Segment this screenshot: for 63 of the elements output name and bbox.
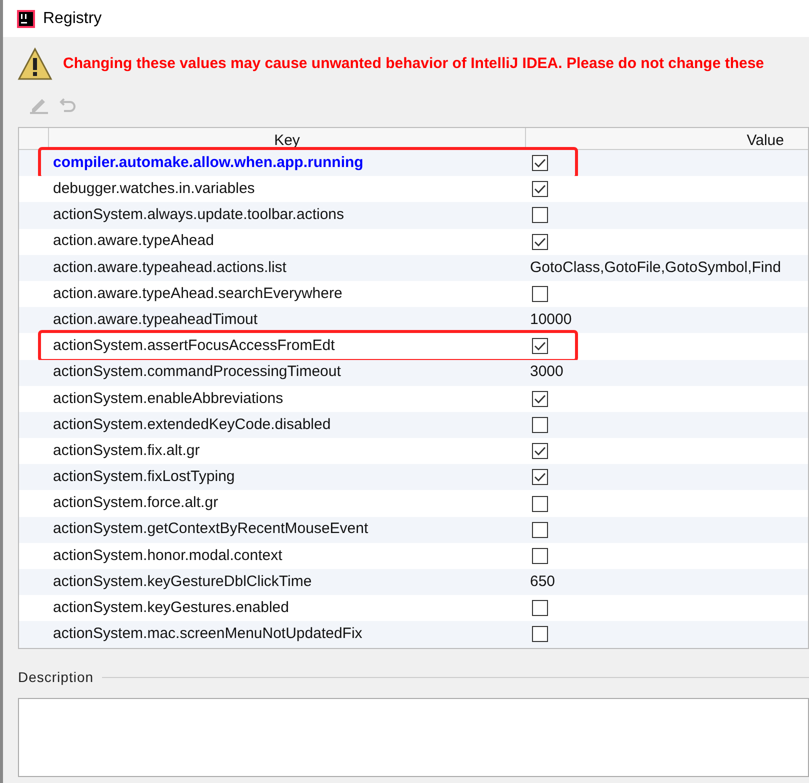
table-row[interactable]: actionSystem.getContextByRecentMouseEvent <box>19 516 808 543</box>
registry-key: actionSystem.force.alt.gr <box>50 492 527 515</box>
checkbox[interactable] <box>532 548 548 564</box>
checkbox[interactable] <box>532 626 548 642</box>
warning-message: Changing these values may cause unwanted behavior of IntelliJ IDEA. Please do not change these <box>63 54 764 74</box>
registry-key: action.aware.typeahead.actions.list <box>50 256 527 280</box>
registry-key: actionSystem.mac.screenMenuNotUpdatedFix <box>50 623 527 646</box>
registry-key: actionSystem.honor.modal.context <box>50 544 527 568</box>
checkbox[interactable] <box>532 522 548 538</box>
registry-key: actionSystem.commandProcessingTimeout <box>50 361 527 384</box>
table-row[interactable]: actionSystem.fixLostTyping <box>19 464 808 490</box>
checkbox[interactable] <box>532 390 548 407</box>
table-row[interactable]: actionSystem.always.update.toolbar.actions <box>19 202 808 229</box>
registry-key: actionSystem.keyGestureDblClickTime <box>50 570 527 594</box>
check-icon <box>534 341 546 352</box>
checkbox[interactable] <box>532 600 548 616</box>
registry-key: actionSystem.enableAbbreviations <box>50 388 527 410</box>
checkbox[interactable] <box>532 155 548 172</box>
window-title: Registry <box>43 8 102 28</box>
registry-key: actionSystem.keyGestures.enabled <box>50 597 527 620</box>
table-row[interactable]: action.aware.typeaheadTimout 10000 <box>19 307 808 334</box>
registry-key: actionSystem.fix.alt.gr <box>50 440 527 462</box>
registry-value: 10000 <box>530 310 572 330</box>
check-icon <box>534 158 546 168</box>
column-header[interactable]: Key <box>49 128 526 149</box>
registry-key: actionSystem.extendedKeyCode.disabled <box>50 414 527 436</box>
check-icon <box>534 394 546 404</box>
app-logo-icon <box>17 10 35 28</box>
checkbox[interactable] <box>532 496 548 512</box>
registry-key: compiler.automake.allow.when.app.running <box>50 152 527 174</box>
registry-key: actionSystem.fixLostTyping <box>50 466 527 489</box>
table-row[interactable]: actionSystem.commandProcessingTimeout 3000 <box>19 360 808 386</box>
check-icon <box>534 472 546 482</box>
check-icon <box>534 446 546 456</box>
checkbox[interactable] <box>532 234 548 250</box>
registry-key: actionSystem.always.update.toolbar.actions <box>50 204 527 227</box>
description-label: Description <box>18 668 94 687</box>
table-row[interactable]: debugger.watches.in.variables <box>19 176 808 202</box>
registry-key: actionSystem.getContextByRecentMouseEvent <box>50 518 527 541</box>
table-row[interactable]: action.aware.typeahead.actions.list GotoClass,GotoFile,GotoSymbol,Find <box>19 254 808 281</box>
registry-key: debugger.watches.in.variables <box>50 178 527 201</box>
registry-key: actionSystem.assertFocusAccessFromEdt <box>50 335 527 358</box>
checkbox[interactable] <box>532 443 548 460</box>
warning-icon <box>17 47 53 81</box>
checkbox[interactable] <box>532 416 548 433</box>
registry-key: action.aware.typeAhead <box>50 230 527 253</box>
registry-value: GotoClass,GotoFile,GotoSymbol,Find <box>530 258 781 278</box>
checkbox[interactable] <box>532 207 548 224</box>
checkbox[interactable] <box>532 338 548 354</box>
checkbox[interactable] <box>532 286 548 302</box>
table-row[interactable]: actionSystem.keyGestureDblClickTime 650 <box>19 569 808 596</box>
registry-value: 650 <box>530 572 556 592</box>
table-row[interactable]: actionSystem.mac.screenMenuNotUpdatedFix <box>19 621 808 648</box>
registry-value: 3000 <box>530 362 564 382</box>
registry-key: action.aware.typeaheadTimout <box>50 308 527 332</box>
registry-key: action.aware.typeAhead.searchEverywhere <box>50 282 527 306</box>
check-icon <box>534 236 546 247</box>
check-icon <box>534 184 546 194</box>
table-row[interactable]: actionSystem.extendedKeyCode.disabled <box>19 412 808 438</box>
table-row[interactable]: compiler.automake.allow.when.app.running <box>19 150 808 176</box>
checkbox[interactable] <box>532 181 548 198</box>
column-header[interactable]: Value <box>526 128 808 149</box>
checkbox[interactable] <box>532 469 548 486</box>
